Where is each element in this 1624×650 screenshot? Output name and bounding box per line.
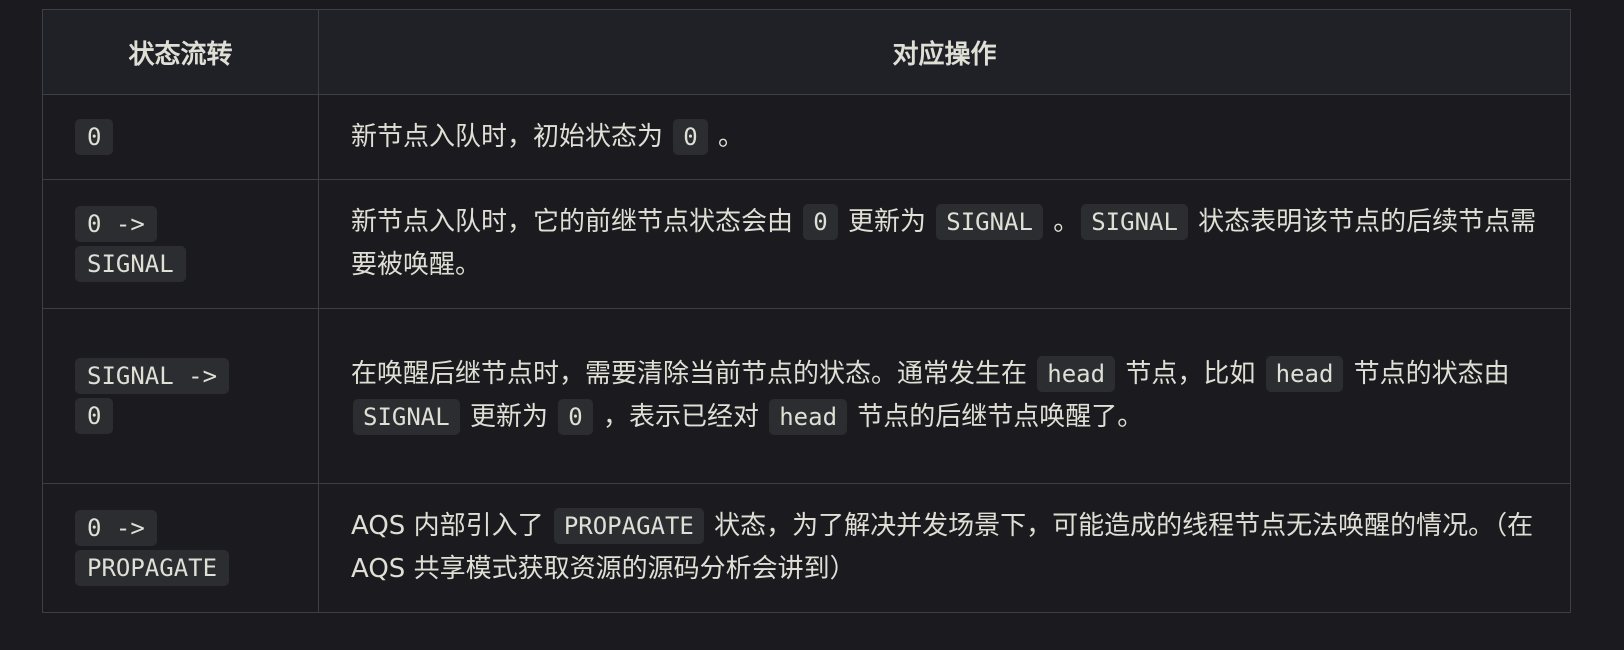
flow-code: SIGNAL -> 0 <box>75 358 230 434</box>
desc-text: 节点，比如 <box>1117 359 1264 389</box>
desc-cell: 新节点入队时，它的前继节点状态会由 0 更新为 SIGNAL 。 SIGNAL 状… <box>318 179 1571 309</box>
inline-code: SIGNAL <box>936 204 1043 240</box>
flow-code: 0 <box>75 119 114 155</box>
inline-code: SIGNAL <box>1081 204 1188 240</box>
table-header-row: 状态流转 对应操作 <box>42 9 1571 95</box>
flow-code: 0 -> PROPAGATE <box>75 510 230 586</box>
inline-code: PROPAGATE <box>553 508 704 544</box>
desc-text: ，表示已经对 <box>594 402 768 432</box>
desc-text: 更新为 <box>461 402 557 432</box>
inline-code: head <box>1265 356 1344 392</box>
desc-text: 更新为 <box>839 207 935 237</box>
desc-text: 节点的后继节点唤醒了。 <box>849 402 1144 432</box>
desc-cell: AQS 内部引入了 PROPAGATE 状态，为了解决并发场景下，可能造成的线程… <box>318 483 1571 613</box>
table-row: 0 新节点入队时，初始状态为 0 。 <box>42 94 1571 180</box>
inline-code: 0 <box>558 399 593 435</box>
desc-text: AQS 内部引入了 <box>351 511 552 541</box>
inline-code: SIGNAL <box>353 399 460 435</box>
flow-cell: 0 -> SIGNAL <box>42 179 319 309</box>
header-state-flow: 状态流转 <box>42 9 319 95</box>
desc-text: 新节点入队时，初始状态为 <box>351 121 672 152</box>
desc-cell: 新节点入队时，初始状态为 0 。 <box>318 94 1571 180</box>
state-transition-table-container: 状态流转 对应操作 0 新节点入队时，初始状态为 0 。 0 -> SIGNAL… <box>42 9 1571 613</box>
desc-text: 新节点入队时，它的前继节点状态会由 <box>351 207 802 237</box>
desc-text: 。 <box>709 121 744 152</box>
inline-code: head <box>1037 356 1116 392</box>
desc-cell: 在唤醒后继节点时，需要清除当前节点的状态。通常发生在 head 节点，比如 he… <box>318 308 1571 484</box>
table-row: 0 -> SIGNAL 新节点入队时，它的前继节点状态会由 0 更新为 SIGN… <box>42 179 1571 309</box>
header-operation: 对应操作 <box>318 9 1571 95</box>
flow-cell: 0 <box>42 94 319 180</box>
table-row: 0 -> PROPAGATE AQS 内部引入了 PROPAGATE 状态，为了… <box>42 483 1571 613</box>
flow-cell: 0 -> PROPAGATE <box>42 483 319 613</box>
inline-code: 0 <box>673 118 708 155</box>
flow-code: 0 -> SIGNAL <box>75 206 186 282</box>
table-row: SIGNAL -> 0 在唤醒后继节点时，需要清除当前节点的状态。通常发生在 h… <box>42 308 1571 484</box>
desc-text: 。 <box>1044 207 1080 237</box>
desc-text: 在唤醒后继节点时，需要清除当前节点的状态。通常发生在 <box>351 359 1036 389</box>
desc-text: 节点的状态由 <box>1345 359 1510 389</box>
inline-code: 0 <box>803 204 838 240</box>
flow-cell: SIGNAL -> 0 <box>42 308 319 484</box>
inline-code: head <box>769 399 848 435</box>
state-transition-table: 状态流转 对应操作 0 新节点入队时，初始状态为 0 。 0 -> SIGNAL… <box>42 9 1571 613</box>
table-body: 0 新节点入队时，初始状态为 0 。 0 -> SIGNAL 新节点入队时，它的… <box>42 94 1571 613</box>
